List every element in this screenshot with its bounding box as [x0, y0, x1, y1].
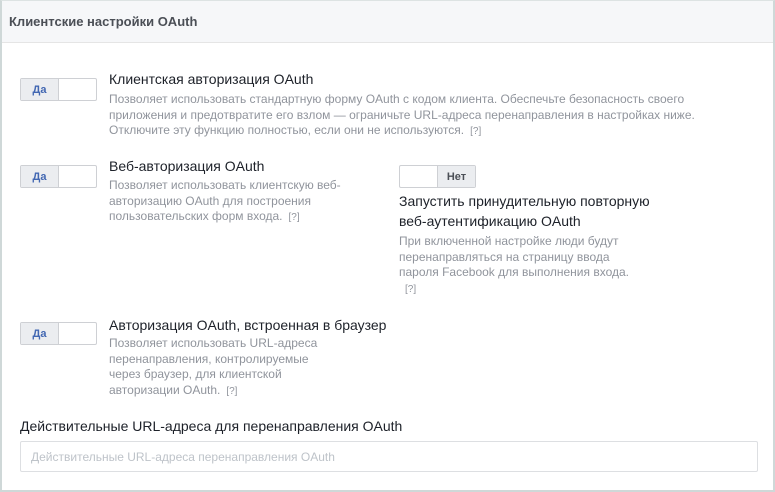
web-oauth-title: Веб-авторизация OAuth	[109, 158, 265, 174]
client-oauth-title: Клиентская авторизация OAuth	[109, 71, 314, 87]
client-oauth-description: Позволяет использовать стандартную форму…	[109, 92, 695, 137]
help-link[interactable]: [?]	[470, 126, 481, 137]
client-oauth-toggle[interactable]: Да	[20, 78, 97, 101]
toggle-label: Да	[21, 79, 59, 100]
browser-oauth-toggle[interactable]: Да	[20, 322, 97, 345]
web-oauth-toggle[interactable]: Да	[20, 165, 97, 188]
help-link[interactable]: [?]	[405, 284, 416, 295]
force-reauth-toggle[interactable]: Нет	[399, 165, 476, 188]
help-link[interactable]: [?]	[289, 212, 300, 223]
force-reauth-description: При включенной настройке люди будут пере…	[399, 234, 629, 295]
browser-oauth-description: Позволяет использовать URL-адреса перена…	[109, 336, 318, 397]
toggle-label: Да	[21, 323, 59, 344]
toggle-label: Нет	[437, 166, 475, 187]
web-oauth-description: Позволяет использовать клиентскую веб-ав…	[109, 178, 341, 223]
toggle-label: Да	[21, 166, 59, 187]
help-link[interactable]: [?]	[226, 386, 237, 397]
panel-header: Клиентские настройки OAuth	[2, 1, 773, 43]
browser-oauth-title: Авторизация OAuth, встроенная в браузер	[109, 317, 387, 333]
force-reauth-title: Запустить принудительную повторную веб-а…	[399, 193, 650, 229]
panel-title: Клиентские настройки OAuth	[9, 14, 198, 29]
redirect-urls-input[interactable]	[20, 441, 758, 472]
redirect-urls-label: Действительные URL-адреса для перенаправ…	[20, 418, 403, 434]
